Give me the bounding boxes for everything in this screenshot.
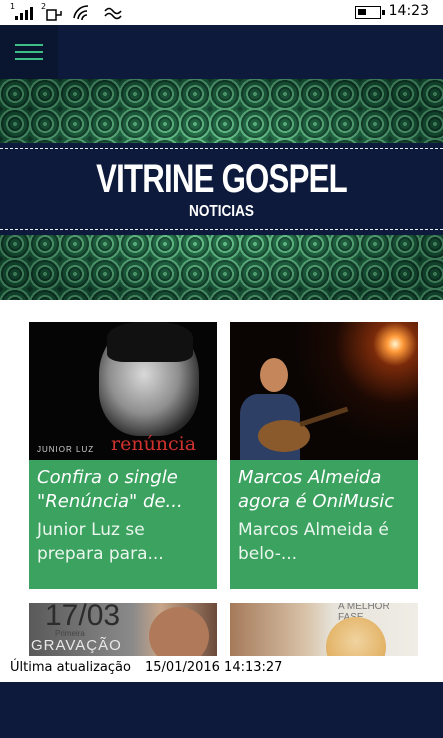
- banner-title: VITRINE GOSPEL: [96, 157, 348, 201]
- battery-icon: [355, 6, 385, 19]
- last-update-value: 15/01/2016 14:13:27: [145, 660, 283, 675]
- image-caption: GRAVAÇÃO: [31, 637, 122, 654]
- status-icons: 1 2: [10, 2, 125, 22]
- hamburger-menu-icon[interactable]: [0, 25, 58, 79]
- news-grid: JUNIOR LUZ renúncia Confira o single "Re…: [0, 300, 443, 660]
- last-update-bar: Última atualização 15/01/2016 14:13:27: [0, 656, 443, 682]
- news-card[interactable]: JUNIOR LUZ renúncia Confira o single "Re…: [29, 322, 217, 589]
- app-bar: [0, 25, 443, 79]
- image-caption: JUNIOR LUZ: [37, 445, 95, 454]
- news-image: 17/03 Primeira GRAVAÇÃO: [29, 603, 217, 660]
- banner-subtitle: NOTICIAS: [189, 203, 254, 220]
- news-card[interactable]: 17/03 Primeira GRAVAÇÃO: [29, 603, 217, 660]
- news-summary: Junior Luz se prepara para...: [37, 520, 164, 564]
- header-banner: VITRINE GOSPEL NOTICIAS: [0, 79, 443, 300]
- news-image: [230, 322, 418, 460]
- news-image: JUNIOR LUZ renúncia: [29, 322, 217, 460]
- last-update-label: Última atualização: [10, 660, 131, 675]
- news-card[interactable]: Marcos Almeida agora é OniMusic Marcos A…: [230, 322, 418, 589]
- news-image: A MELHOR FASE: [230, 603, 418, 660]
- news-card[interactable]: A MELHOR FASE: [230, 603, 418, 660]
- data-sync-icon: [103, 4, 125, 22]
- signal-icon: 1: [10, 3, 33, 22]
- banner-band: VITRINE GOSPEL NOTICIAS: [0, 143, 443, 235]
- news-title: Marcos Almeida agora é OniMusic: [238, 467, 395, 512]
- status-time: 14:23: [388, 3, 429, 19]
- image-caption: renúncia: [111, 433, 197, 455]
- wifi-icon: [72, 4, 94, 22]
- status-bar: 1 2 14:23: [0, 0, 443, 25]
- signal-icon: 2: [41, 3, 63, 22]
- news-summary: Marcos Almeida é belo-...: [238, 520, 389, 564]
- bottom-app-bar: [0, 682, 443, 738]
- news-title: Confira o single "Renúncia" de...: [37, 467, 183, 512]
